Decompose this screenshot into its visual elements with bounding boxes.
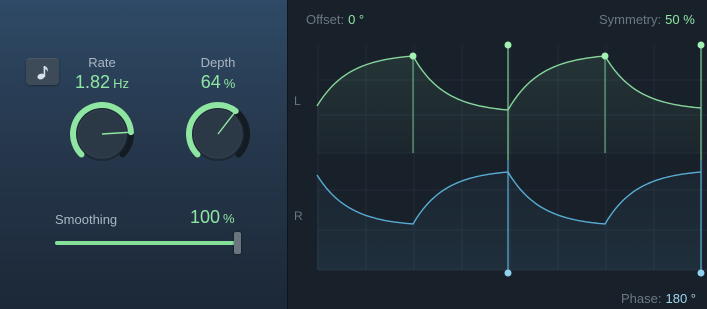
left-channel-fill <box>317 56 701 153</box>
depth-value: 64% <box>163 72 273 93</box>
depth-value-number: 64 <box>200 72 221 92</box>
controls-panel: Rate 1.82 Hz Depth 64% Smoothing 100% <box>0 0 288 309</box>
depth-knob[interactable] <box>183 99 253 169</box>
tremolo-plugin: Rate 1.82 Hz Depth 64% Smoothing 100% L … <box>0 0 707 309</box>
rate-value-unit: Hz <box>113 76 129 91</box>
smoothing-slider[interactable] <box>55 232 245 254</box>
smoothing-value: 100% <box>190 207 235 228</box>
rate-knob[interactable] <box>67 99 137 169</box>
smoothing-slider-track <box>55 241 237 245</box>
symmetry-label: Symmetry: <box>599 12 662 27</box>
phase-value[interactable]: 180 ° <box>665 291 696 306</box>
smoothing-slider-fill <box>55 241 237 245</box>
phase-label: Phase: <box>621 291 662 306</box>
offset-handle[interactable] <box>697 41 705 49</box>
symmetry-readout: Symmetry: 50 % <box>599 12 695 27</box>
channel-label-left: L <box>294 94 301 108</box>
smoothing-slider-thumb[interactable] <box>234 232 241 254</box>
offset-value[interactable]: 0 ° <box>348 12 364 27</box>
waveform-graph: L R <box>294 41 707 277</box>
phase-handle[interactable] <box>697 269 705 277</box>
right-channel-fill <box>317 172 701 270</box>
symmetry-handle[interactable] <box>601 52 609 60</box>
rate-value: 1.82 Hz <box>47 72 157 93</box>
phase-readout: Phase: 180 ° <box>621 291 696 306</box>
phase-handle[interactable] <box>504 269 512 277</box>
smoothing-label: Smoothing <box>55 212 118 227</box>
offset-label: Offset: <box>306 12 345 27</box>
smoothing-value-number: 100 <box>190 207 221 227</box>
offset-handle[interactable] <box>504 41 512 49</box>
depth-value-unit: % <box>223 76 236 91</box>
offset-readout: Offset: 0 ° <box>306 12 364 27</box>
smoothing-value-unit: % <box>223 211 235 226</box>
rate-label: Rate <box>88 55 116 70</box>
symmetry-handle[interactable] <box>409 52 417 60</box>
symmetry-value[interactable]: 50 % <box>665 12 695 27</box>
rate-value-number: 1.82 <box>75 72 111 92</box>
depth-label: Depth <box>200 55 236 70</box>
waveform-display: L R Offset: 0 ° Symmetry: 50 % Phase: 180 ° <box>288 0 707 309</box>
channel-label-right: R <box>294 209 303 223</box>
